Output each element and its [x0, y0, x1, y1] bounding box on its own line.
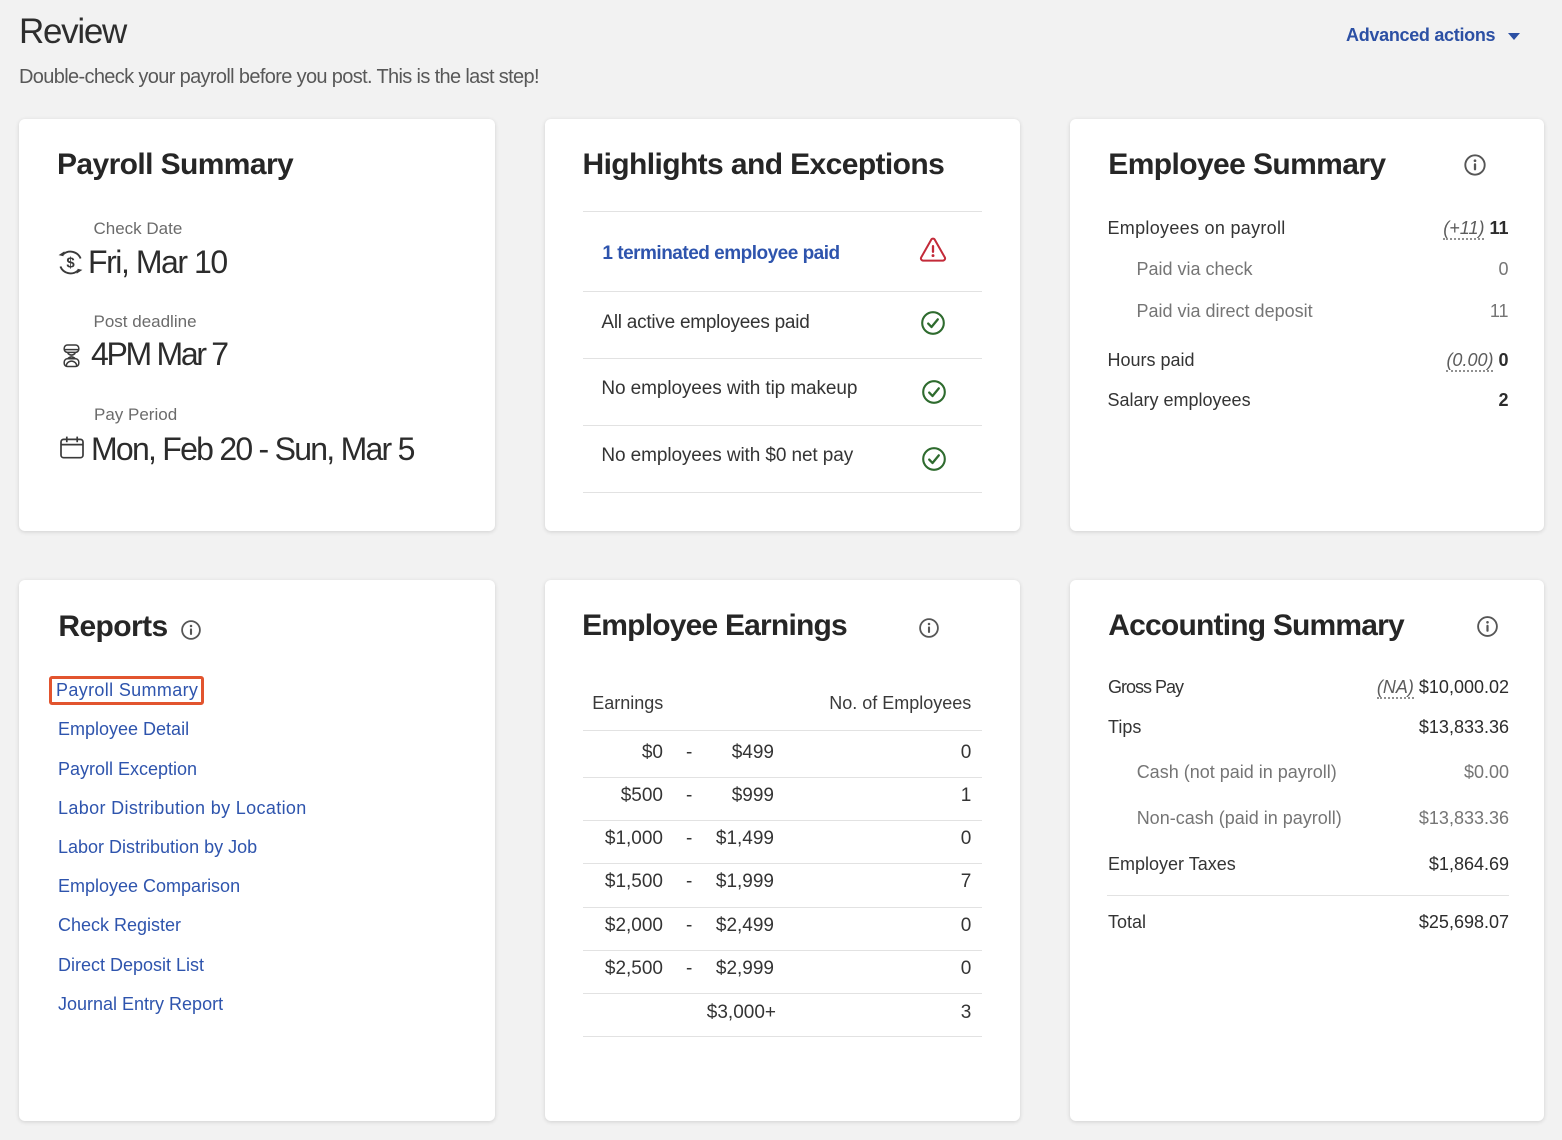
svg-text:$: $: [66, 255, 75, 272]
